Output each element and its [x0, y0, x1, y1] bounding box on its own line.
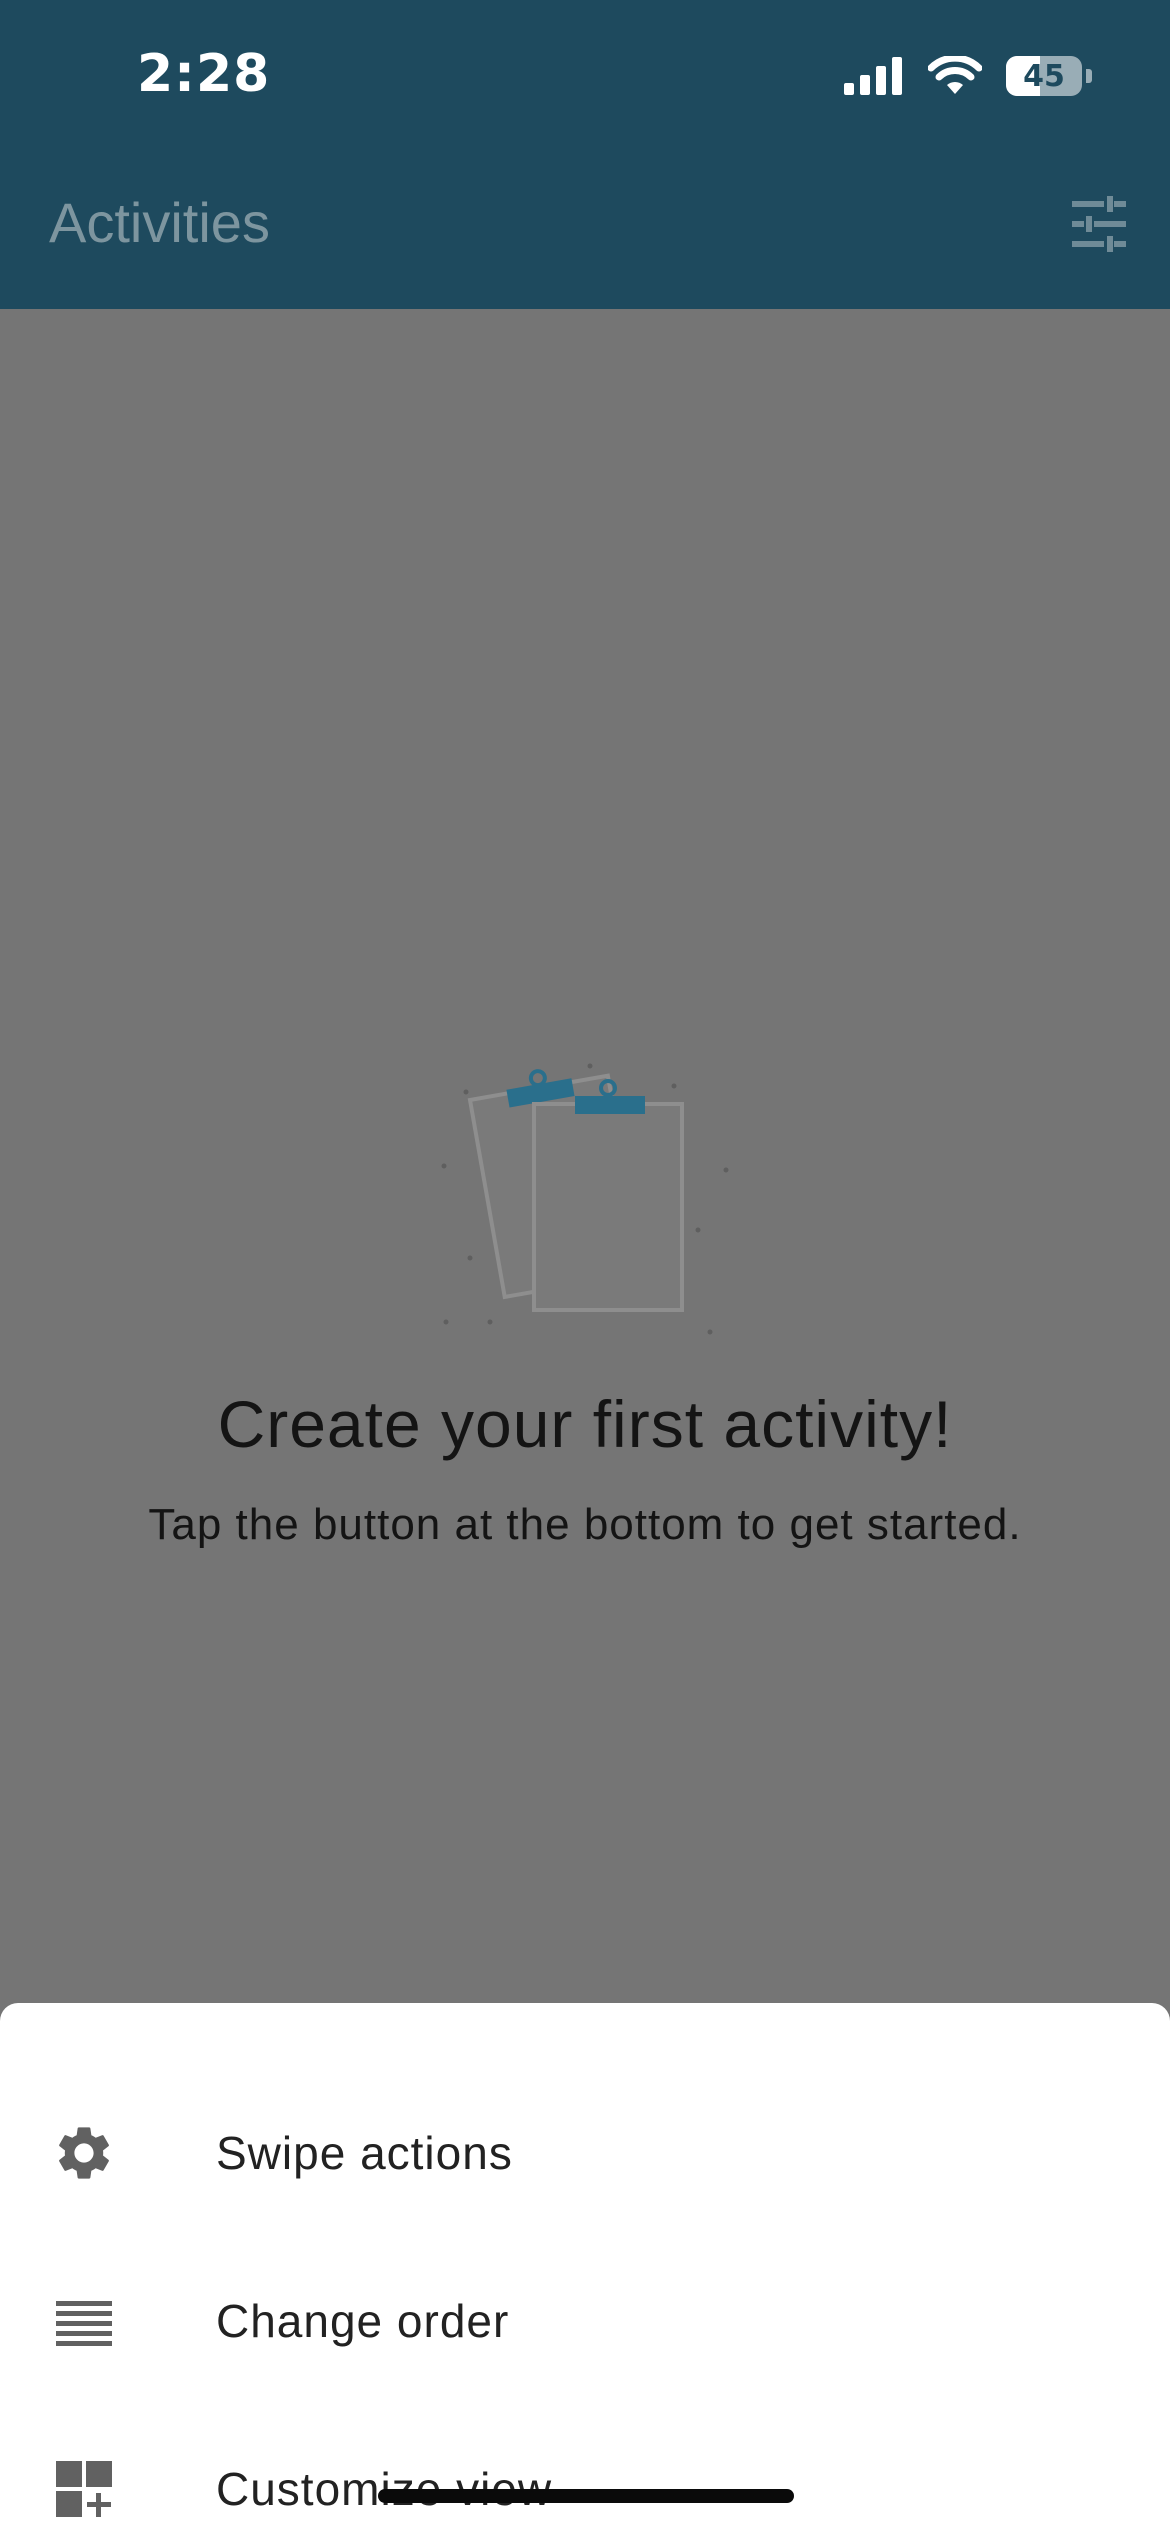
- status-icons: 45: [844, 56, 1092, 96]
- tune-sliders-icon[interactable]: [1070, 196, 1128, 252]
- dashboard-add-icon: [56, 2461, 112, 2517]
- reorder-lines-icon: [56, 2301, 112, 2346]
- cellular-signal-icon: [844, 57, 902, 95]
- gear-icon: [59, 2127, 109, 2179]
- screen: 2:28 45 Activities Create your first act…: [0, 0, 1170, 2532]
- menu-item-label: Swipe actions: [216, 2127, 513, 2179]
- menu-item-swipe-actions[interactable]: Swipe actions: [0, 2069, 1170, 2237]
- empty-state-title: Create your first activity!: [217, 1387, 953, 1461]
- clipboards-icon: [441, 1063, 729, 1335]
- menu-item-label: Change order: [216, 2295, 510, 2347]
- app-header: 2:28 45 Activities: [0, 0, 1170, 309]
- menu-item-change-order[interactable]: Change order: [0, 2237, 1170, 2405]
- status-time: 2:28: [137, 44, 271, 104]
- page-title: Activities: [49, 191, 270, 254]
- bottom-sheet-menu: Swipe actions Change order Customize: [0, 2003, 1170, 2532]
- home-indicator[interactable]: [378, 2489, 794, 2503]
- wifi-icon: [928, 56, 982, 94]
- empty-state-subtitle: Tap the button at the bottom to get star…: [148, 1500, 1022, 1549]
- menu-item-customize-view[interactable]: Customize view: [0, 2405, 1170, 2532]
- battery-cap: [1086, 69, 1092, 83]
- battery-icon: 45: [1006, 56, 1082, 96]
- battery-level-text: 45: [1023, 58, 1065, 94]
